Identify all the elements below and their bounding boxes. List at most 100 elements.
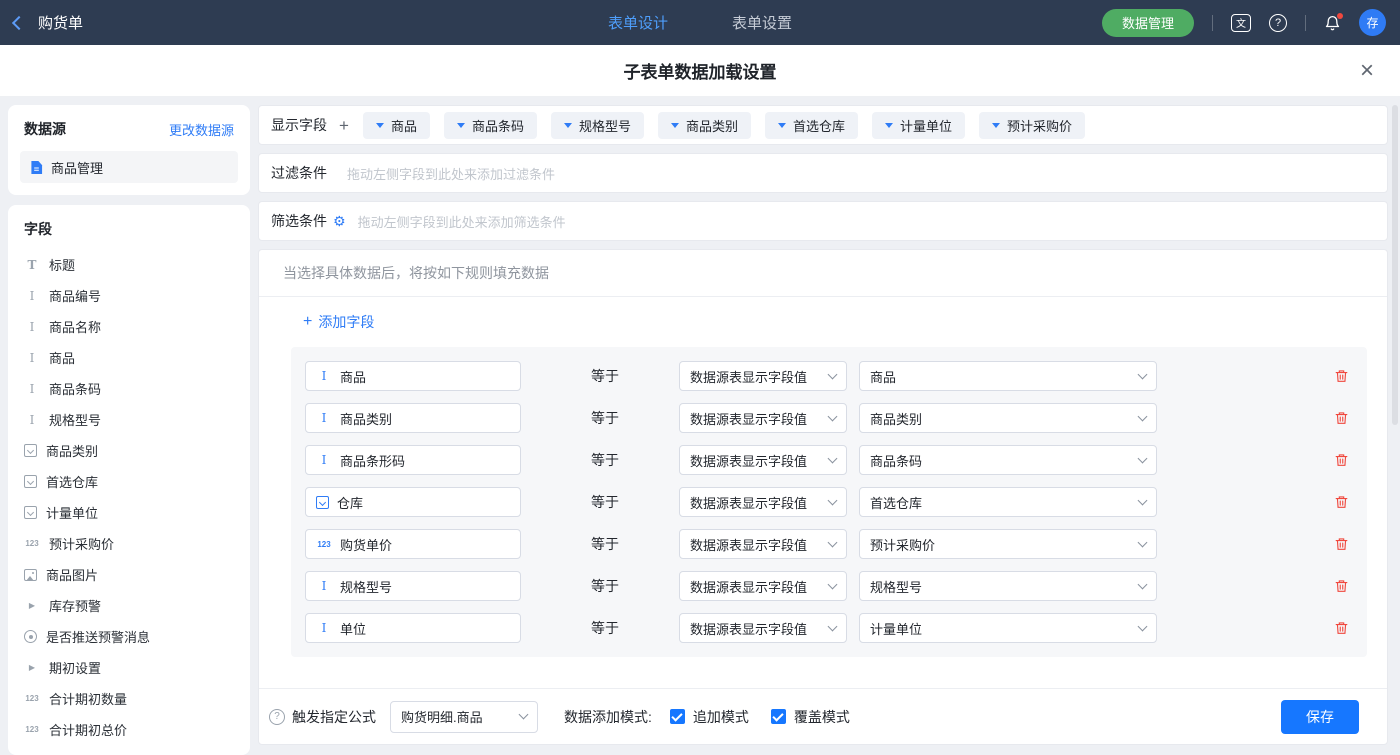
screen-condition-placeholder: 拖动左侧字段到此处来添加筛选条件 (358, 212, 566, 231)
field-item[interactable]: 规格型号 (8, 404, 250, 435)
tab-form-design[interactable]: 表单设计 (608, 12, 668, 33)
group-field-icon (24, 601, 40, 610)
value-type-select[interactable]: 数据源表显示字段值 (679, 487, 847, 517)
trash-icon[interactable] (1334, 368, 1349, 384)
caret-down-icon (992, 123, 1000, 128)
field-item[interactable]: 标题 (8, 249, 250, 280)
field-item[interactable]: 商品条码 (8, 373, 250, 404)
field-item-label: 商品条码 (49, 379, 101, 398)
close-icon[interactable] (1360, 59, 1374, 83)
display-field-chip[interactable]: 预计采购价 (979, 112, 1085, 139)
translate-icon[interactable]: 文 (1231, 14, 1251, 32)
select-field-icon (24, 444, 37, 457)
rules-hint: 当选择具体数据后，将按如下规则填充数据 (259, 250, 1387, 297)
target-field-select[interactable]: 商品条形码 (305, 445, 521, 475)
rule-row: 规格型号 等于 数据源表显示字段值 规格型号 (299, 565, 1359, 607)
field-item[interactable]: 预计采购价 (8, 528, 250, 559)
source-field-select[interactable]: 规格型号 (859, 571, 1157, 601)
source-field-select[interactable]: 商品 (859, 361, 1157, 391)
value-type-select[interactable]: 数据源表显示字段值 (679, 613, 847, 643)
source-field-select[interactable]: 商品条码 (859, 445, 1157, 475)
checkbox-checked-icon[interactable] (670, 709, 685, 724)
append-mode-option[interactable]: 追加模式 (670, 707, 749, 727)
text-field-icon (24, 351, 40, 365)
field-item[interactable]: 商品编号 (8, 280, 250, 311)
display-field-chip[interactable]: 规格型号 (551, 112, 644, 139)
trash-icon[interactable] (1334, 536, 1349, 552)
target-field-label: 购货单价 (340, 535, 392, 554)
source-field-select[interactable]: 预计采购价 (859, 529, 1157, 559)
field-item[interactable]: 商品图片 (8, 559, 250, 590)
target-field-select[interactable]: 仓库 (305, 487, 521, 517)
save-button[interactable]: 保存 (1281, 700, 1359, 734)
value-type-select[interactable]: 数据源表显示字段值 (679, 571, 847, 601)
source-field-select[interactable]: 计量单位 (859, 613, 1157, 643)
field-item[interactable]: 商品名称 (8, 311, 250, 342)
display-field-chip[interactable]: 计量单位 (872, 112, 965, 139)
tab-form-settings[interactable]: 表单设置 (732, 12, 792, 33)
trash-icon[interactable] (1334, 494, 1349, 510)
avatar[interactable]: 存 (1359, 9, 1386, 36)
display-field-chip[interactable]: 商品 (363, 112, 430, 139)
help-icon[interactable] (1269, 14, 1287, 32)
formula-field-select[interactable]: 购货明细.商品 (390, 701, 538, 733)
source-field-select[interactable]: 首选仓库 (859, 487, 1157, 517)
trash-icon[interactable] (1334, 620, 1349, 636)
divider (1212, 15, 1213, 31)
text-field-icon (316, 621, 332, 635)
value-type-select[interactable]: 数据源表显示字段值 (679, 403, 847, 433)
change-datasource-link[interactable]: 更改数据源 (169, 120, 234, 139)
field-item[interactable]: 商品 (8, 342, 250, 373)
gear-icon[interactable] (333, 214, 346, 228)
value-type-select[interactable]: 数据源表显示字段值 (679, 445, 847, 475)
target-field-select[interactable]: 商品类别 (305, 403, 521, 433)
display-field-chips: 商品 商品条码 规格型号 商品类别 首选仓库 计量单位 预计采购价 (363, 112, 1085, 139)
field-item[interactable]: 是否推送预警消息 (8, 621, 250, 652)
checkbox-checked-icon[interactable] (771, 709, 786, 724)
value-type-select[interactable]: 数据源表显示字段值 (679, 361, 847, 391)
help-circle-icon[interactable] (269, 709, 285, 725)
chip-label: 预计采购价 (1007, 116, 1072, 135)
display-field-chip[interactable]: 商品类别 (658, 112, 751, 139)
fields-title: 字段 (8, 219, 250, 249)
group-field-icon (24, 663, 40, 672)
screen-condition-bar[interactable]: 筛选条件 拖动左侧字段到此处来添加筛选条件 (258, 201, 1388, 241)
trash-icon[interactable] (1334, 452, 1349, 468)
overwrite-mode-option[interactable]: 覆盖模式 (771, 707, 850, 727)
caret-down-icon (564, 123, 572, 128)
target-field-select[interactable]: 规格型号 (305, 571, 521, 601)
field-item[interactable]: 期初设置 (8, 652, 250, 683)
field-item[interactable]: 首选仓库 (8, 466, 250, 497)
display-field-chip[interactable]: 商品条码 (444, 112, 537, 139)
field-item[interactable]: 合计期初数量 (8, 683, 250, 714)
operator-label: 等于 (591, 492, 623, 512)
source-field-select[interactable]: 商品类别 (859, 403, 1157, 433)
field-item-label: 规格型号 (49, 410, 101, 429)
target-field-select[interactable]: 单位 (305, 613, 521, 643)
window-scrollbar[interactable] (1392, 105, 1398, 425)
target-field-label: 商品条形码 (340, 451, 405, 470)
trash-icon[interactable] (1334, 410, 1349, 426)
field-item[interactable]: 计量单位 (8, 497, 250, 528)
trash-icon[interactable] (1334, 578, 1349, 594)
notification-bell-icon[interactable] (1324, 14, 1341, 32)
filter-condition-bar[interactable]: 过滤条件 拖动左侧字段到此处来添加过滤条件 (258, 153, 1388, 193)
add-field-button[interactable]: 添加字段 (259, 297, 1387, 347)
target-field-select[interactable]: 商品 (305, 361, 521, 391)
data-manage-button[interactable]: 数据管理 (1102, 9, 1194, 37)
target-field-select[interactable]: 购货单价 (305, 529, 521, 559)
formula-label: 触发指定公式 (292, 707, 376, 727)
field-item[interactable]: 合计期初总价 (8, 714, 250, 745)
field-item[interactable]: 商品类别 (8, 435, 250, 466)
add-display-field-icon[interactable] (339, 117, 349, 134)
value-type-select[interactable]: 数据源表显示字段值 (679, 529, 847, 559)
caret-down-icon (457, 123, 465, 128)
back-icon[interactable] (12, 15, 26, 29)
text-field-icon (24, 413, 40, 427)
form-name[interactable]: 购货单 (38, 12, 83, 33)
datasource-item[interactable]: 商品管理 (20, 151, 238, 183)
rule-row: 商品条形码 等于 数据源表显示字段值 商品条码 (299, 439, 1359, 481)
display-field-chip[interactable]: 首选仓库 (765, 112, 858, 139)
field-item[interactable]: 库存预警 (8, 590, 250, 621)
field-item-label: 库存预警 (49, 596, 101, 615)
